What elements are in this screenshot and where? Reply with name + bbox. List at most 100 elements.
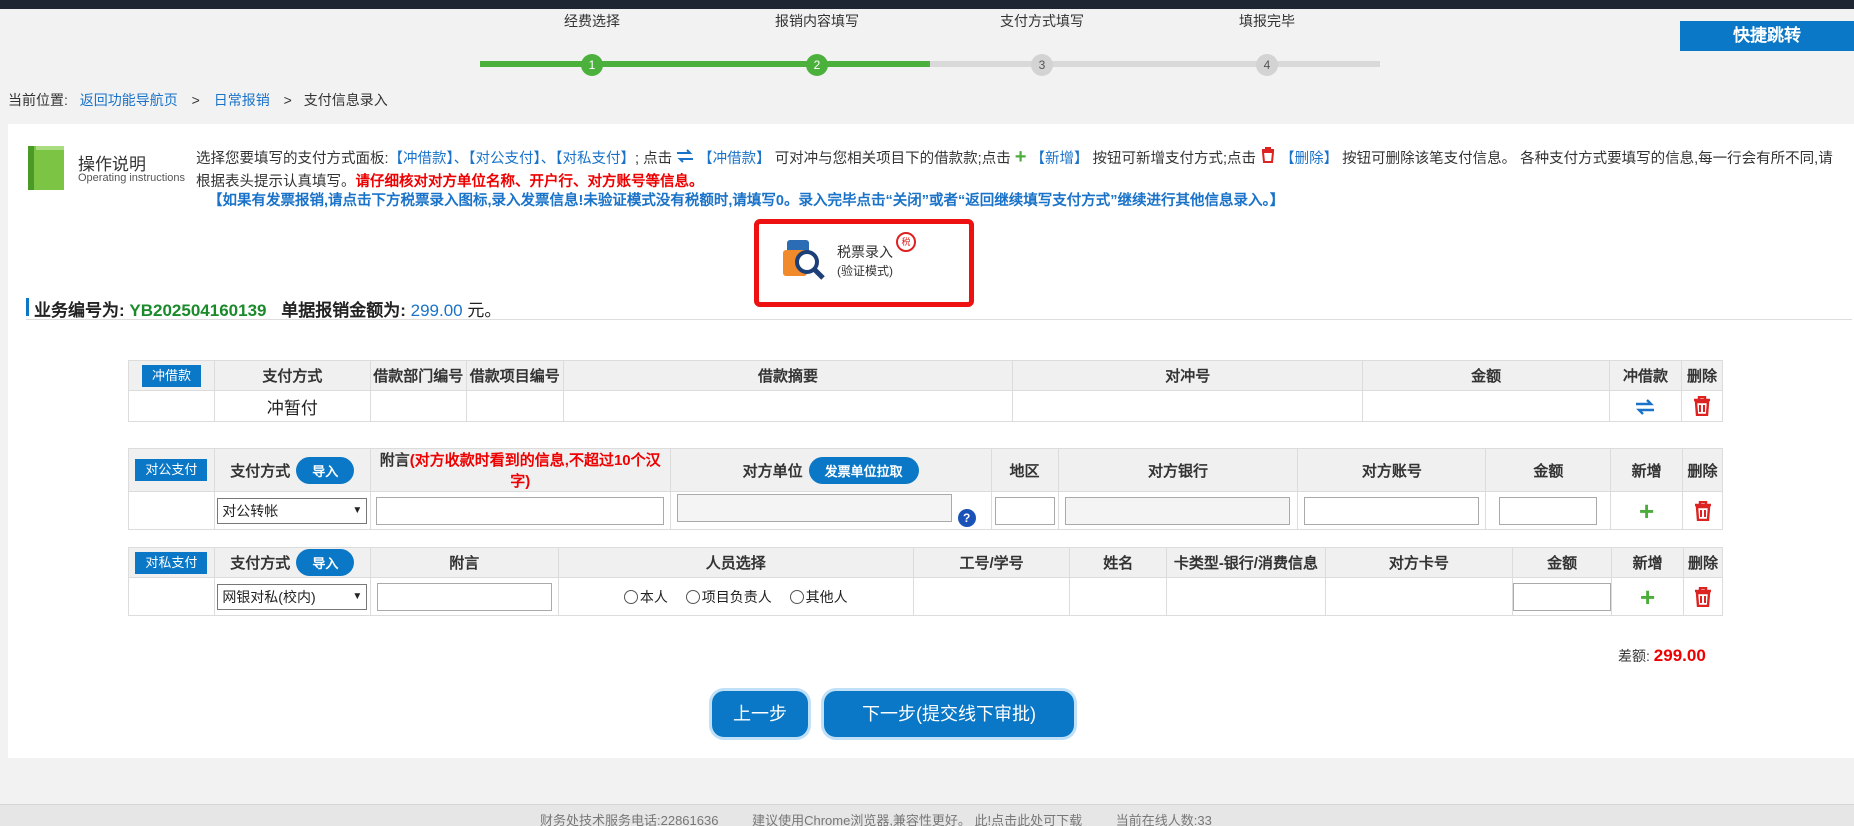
table-cell xyxy=(369,390,467,422)
radio-project-leader[interactable] xyxy=(685,589,700,604)
table-cell xyxy=(990,491,1059,530)
plus-icon[interactable]: + xyxy=(1639,496,1654,526)
plus-icon[interactable]: + xyxy=(1640,582,1655,612)
table-cell xyxy=(912,577,1071,616)
table-cell xyxy=(128,491,215,530)
prev-step-button[interactable]: 上一步 xyxy=(712,691,808,737)
breadcrumb-home-link[interactable]: 返回功能导航页 xyxy=(80,92,178,108)
col-header: 附言 xyxy=(369,547,559,578)
amount-input[interactable] xyxy=(1499,496,1598,525)
col-header: 工号/学号 xyxy=(912,547,1071,578)
tax-entry-button[interactable]: 税票录入 (验证模式) 税 xyxy=(754,219,974,307)
private-payment-tab[interactable]: 对私支付 xyxy=(135,551,208,574)
step-dot-2: 2 xyxy=(806,54,828,76)
step-dot-1: 1 xyxy=(581,54,603,76)
import-button[interactable]: 导入 xyxy=(296,456,355,484)
table-cell xyxy=(1682,491,1723,530)
table-cell xyxy=(1012,390,1364,422)
footer: 财务处技术服务电话:22861636 建议使用Chrome浏览器,兼容性更好。 … xyxy=(0,804,1854,826)
table-cell xyxy=(369,577,559,616)
book-icon xyxy=(28,146,64,190)
table-cell xyxy=(369,491,671,530)
breadcrumb-sep: > xyxy=(191,92,200,108)
note-input[interactable] xyxy=(376,582,552,611)
col-header-text: 附言 xyxy=(379,452,410,469)
table-cell xyxy=(1680,390,1724,422)
chevron-down-icon: ▼ xyxy=(352,590,363,602)
radio-other[interactable] xyxy=(789,589,804,604)
counterparty-input[interactable] xyxy=(676,493,952,522)
invoice-unit-pull-button[interactable]: 发票单位拉取 xyxy=(808,456,919,484)
footer-browser-tip[interactable]: 建议使用Chrome浏览器,兼容性更好。 此!点击此处可下载 xyxy=(752,813,1082,826)
table-cell xyxy=(1362,390,1610,422)
radio-label: 本人 xyxy=(639,588,668,605)
table-cell xyxy=(128,390,215,422)
col-header: 借款摘要 xyxy=(562,360,1014,391)
difference-value: 299.00 xyxy=(1653,646,1706,665)
trash-icon[interactable] xyxy=(1694,500,1712,521)
col-header: 人员选择 xyxy=(557,547,914,578)
amount-input[interactable] xyxy=(1513,582,1612,611)
note-input[interactable] xyxy=(376,496,665,525)
import-button[interactable]: 导入 xyxy=(296,549,355,576)
table-cell: + xyxy=(1611,577,1684,616)
col-header: 支付方式 导入 xyxy=(213,547,371,578)
col-header: 冲借款 xyxy=(1608,360,1682,391)
footer-phone: 财务处技术服务电话:22861636 xyxy=(540,813,719,826)
breadcrumb: 当前位置: 返回功能导航页 > 日常报销 > 支付信息录入 xyxy=(8,90,388,110)
col-header: 删除 xyxy=(1680,360,1724,391)
col-header: 支付方式 导入 xyxy=(213,448,371,492)
swap-icon[interactable] xyxy=(1635,397,1655,415)
tax-entry-title: 税票录入 xyxy=(837,244,893,260)
public-method-select[interactable]: 对公转帐 ▼ xyxy=(217,497,368,524)
magnifier-icon xyxy=(783,240,825,280)
step-label-2: 报销内容填写 xyxy=(775,13,859,29)
account-input[interactable] xyxy=(1304,496,1480,525)
amount-unit: 元。 xyxy=(467,301,502,320)
trash-icon[interactable] xyxy=(1693,395,1711,417)
col-header: 对方卡号 xyxy=(1324,547,1514,578)
private-method-select[interactable]: 网银对私(校内) ▼ xyxy=(217,583,368,610)
col-header: 借款部门编号 xyxy=(369,360,467,391)
next-step-button[interactable]: 下一步(提交线下审批) xyxy=(824,691,1074,737)
step-dot-4: 4 xyxy=(1256,54,1278,76)
quick-jump-button[interactable]: 快捷跳转 xyxy=(1680,21,1854,51)
instructions-text-part: 可对冲与您相关项目下的借款款;点击 xyxy=(774,151,1011,167)
col-header: 金额 xyxy=(1485,448,1612,492)
instructions-link-text: 【冲借款】、【对公支付】、【对私支付】 xyxy=(388,151,636,167)
reimbursement-amount: 299.00 xyxy=(410,301,463,320)
note-hint: (对方收款时看到的信息,不超过10个汉字) xyxy=(409,452,661,490)
radio-label: 其他人 xyxy=(805,588,848,605)
radio-self[interactable] xyxy=(623,589,638,604)
table-cell xyxy=(1069,577,1168,616)
public-payment-tab[interactable]: 对公支付 xyxy=(135,459,208,481)
radio-label: 项目负责人 xyxy=(701,588,772,605)
step-dot-3: 3 xyxy=(1031,54,1053,76)
bank-input[interactable] xyxy=(1065,496,1291,525)
instructions-text-part: 选择您要填写的支付方式面板: xyxy=(196,151,389,167)
breadcrumb-current: 支付信息录入 xyxy=(303,92,388,108)
loan-method: 冲暂付 xyxy=(213,390,371,422)
invoice-notice: 【如果有发票报销,请点击下方税票录入图标,录入发票信息!未验证模式没有税额时,请… xyxy=(208,193,1285,209)
instructions-text-part: 按钮可新增支付方式;点击 xyxy=(1092,151,1257,167)
help-icon[interactable]: ? xyxy=(957,509,976,528)
col-header: 金额 xyxy=(1362,360,1610,391)
region-input[interactable] xyxy=(994,496,1055,525)
loan-offset-tab[interactable]: 冲借款 xyxy=(141,364,201,387)
trash-icon[interactable] xyxy=(1694,586,1712,607)
table-cell xyxy=(1324,577,1514,616)
breadcrumb-daily-link[interactable]: 日常报销 xyxy=(214,92,270,108)
loan-offset-table: 冲借款 支付方式 借款部门编号 借款项目编号 借款摘要 对冲号 金额 冲借款 删… xyxy=(128,360,1724,422)
instructions-link-text: 【新增】 xyxy=(1030,151,1089,167)
instructions-subtitle: Operating instructions xyxy=(78,172,185,184)
instructions-link-text: 【删除】 xyxy=(1280,151,1339,167)
loan-tag-cell: 冲借款 xyxy=(128,360,215,391)
footer-online-count: 当前在线人数:33 xyxy=(1115,813,1212,826)
progress-track-fill xyxy=(480,61,930,67)
col-header: 删除 xyxy=(1682,448,1723,492)
select-value: 对公转帐 xyxy=(222,502,279,519)
col-header-text: 对方单位 xyxy=(742,462,803,480)
step-label-1: 经费选择 xyxy=(564,13,620,29)
tax-badge-icon: 税 xyxy=(896,232,916,252)
trash-icon xyxy=(1261,147,1275,163)
